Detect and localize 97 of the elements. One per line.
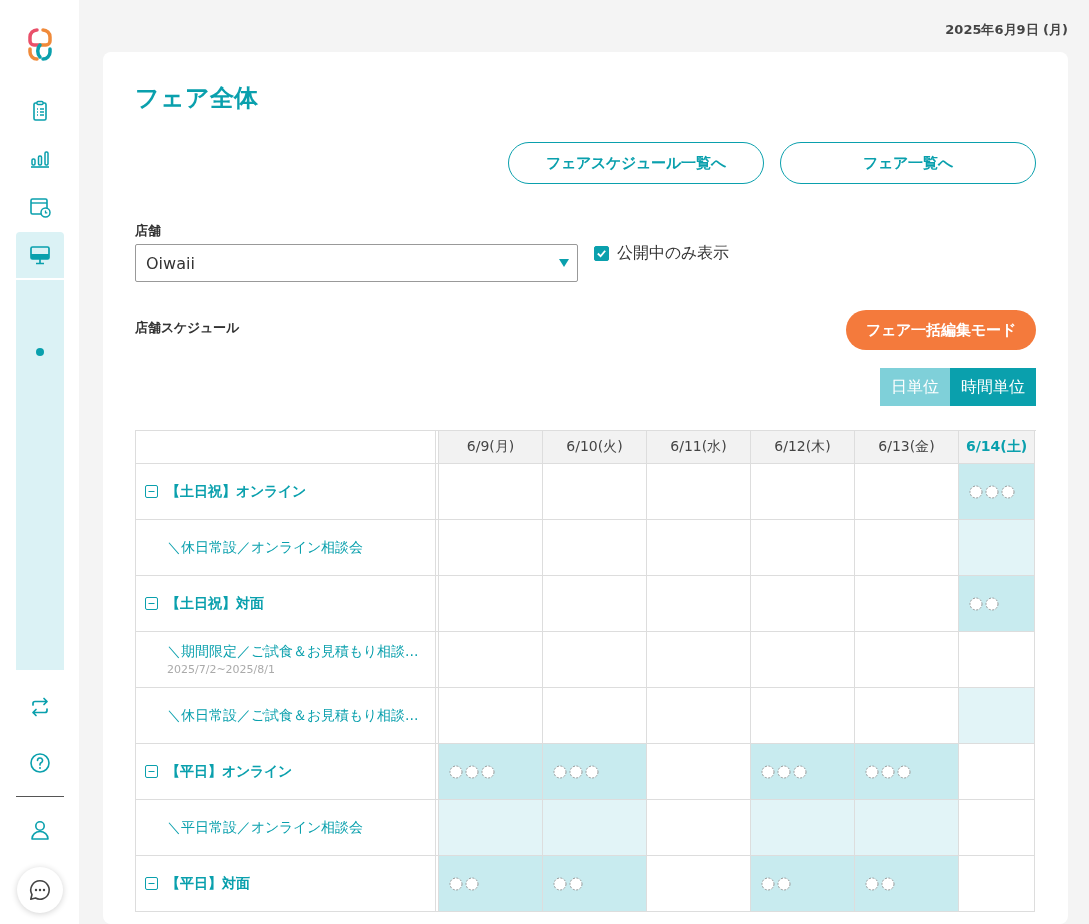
schedule-cell[interactable] xyxy=(439,464,543,520)
schedule-cell[interactable] xyxy=(959,800,1035,856)
slot-dots-icon xyxy=(865,764,913,779)
slot-dots-icon xyxy=(553,764,601,779)
schedule-cell[interactable] xyxy=(751,856,855,912)
fair-group-label: 【土日祝】オンライン xyxy=(166,482,306,501)
fair-group-label: 【土日祝】対面 xyxy=(166,594,264,613)
schedule-cell[interactable] xyxy=(751,520,855,576)
help-icon xyxy=(27,751,52,775)
current-date: 2025年6月9日 (月) xyxy=(945,21,1068,39)
date-column-header: 6/9(月) xyxy=(439,431,543,464)
schedule-cell[interactable] xyxy=(855,800,959,856)
slot-dots-icon xyxy=(449,764,497,779)
date-column-header: 6/13(金) xyxy=(855,431,959,464)
schedule-cell[interactable] xyxy=(439,632,543,688)
submenu-dot[interactable] xyxy=(35,348,44,356)
schedule-cell[interactable] xyxy=(647,800,751,856)
schedule-cell[interactable] xyxy=(543,464,647,520)
schedule-cell[interactable] xyxy=(751,744,855,800)
schedule-cell[interactable] xyxy=(855,688,959,744)
slot-dots-icon xyxy=(969,484,1017,499)
fair-link[interactable]: ＼平日常設／オンライン相談会 xyxy=(167,818,363,837)
schedule-cell[interactable] xyxy=(543,632,647,688)
sidebar-nav-button[interactable] xyxy=(15,232,64,278)
date-column-header: 6/12(木) xyxy=(751,431,855,464)
schedule-cell[interactable] xyxy=(855,856,959,912)
slot-dots-icon xyxy=(761,764,809,779)
store-select[interactable]: Oiwaii xyxy=(135,244,578,282)
schedule-cell[interactable] xyxy=(647,856,751,912)
schedule-cell[interactable] xyxy=(543,800,647,856)
schedule-cell[interactable] xyxy=(751,800,855,856)
slot-dots-icon xyxy=(553,876,585,891)
fair-link[interactable]: ＼期間限定／ご試食＆お見積もり相談... xyxy=(167,643,419,661)
schedule-cell[interactable] xyxy=(751,688,855,744)
schedule-cell[interactable] xyxy=(855,744,959,800)
fair-group-label: 【平日】対面 xyxy=(166,874,250,893)
collapse-icon[interactable] xyxy=(145,765,158,778)
calendar-clock-icon xyxy=(27,195,52,219)
schedule-cell[interactable] xyxy=(439,576,543,632)
date-column-header: 6/14(土) xyxy=(959,431,1035,464)
collapse-icon[interactable] xyxy=(145,485,158,498)
schedule-cell[interactable] xyxy=(855,464,959,520)
schedule-cell[interactable] xyxy=(543,744,647,800)
fair-period: 2025/7/2~2025/8/1 xyxy=(167,663,276,676)
schedule-cell[interactable] xyxy=(959,464,1035,520)
schedule-cell[interactable] xyxy=(959,688,1035,744)
chat-button[interactable] xyxy=(16,867,63,913)
monitor-icon xyxy=(27,243,52,267)
schedule-cell[interactable] xyxy=(855,520,959,576)
slot-dots-icon xyxy=(969,596,1001,611)
schedule-cell[interactable] xyxy=(647,688,751,744)
page-title: フェア全体 xyxy=(135,83,259,114)
schedule-cell[interactable] xyxy=(543,520,647,576)
schedule-cell[interactable] xyxy=(959,632,1035,688)
unit-toggle-button[interactable]: 日単位 xyxy=(880,368,950,406)
schedule-cell[interactable] xyxy=(647,744,751,800)
checkmark-icon xyxy=(596,248,607,259)
schedule-cell[interactable] xyxy=(543,688,647,744)
date-column-header: 6/11(水) xyxy=(647,431,751,464)
collapse-icon[interactable] xyxy=(145,597,158,610)
schedule-cell[interactable] xyxy=(647,576,751,632)
schedule-cell[interactable] xyxy=(647,632,751,688)
schedule-cell[interactable] xyxy=(959,576,1035,632)
schedule-cell[interactable] xyxy=(439,688,543,744)
collapse-icon[interactable] xyxy=(145,877,158,890)
slot-dots-icon xyxy=(761,876,793,891)
schedule-cell[interactable] xyxy=(959,520,1035,576)
caret-icon xyxy=(559,259,569,267)
field-label: 店舗 xyxy=(135,222,161,240)
schedule-cell[interactable] xyxy=(855,632,959,688)
unit-toggle-button[interactable]: 時間単位 xyxy=(950,368,1036,406)
schedule-cell[interactable] xyxy=(439,800,543,856)
fair-link[interactable]: ＼休日常設／ご試食＆お見積もり相談... xyxy=(167,706,419,725)
schedule-cell[interactable] xyxy=(751,464,855,520)
fair-link[interactable]: ＼休日常設／オンライン相談会 xyxy=(167,538,363,557)
schedule-cell[interactable] xyxy=(543,856,647,912)
schedule-cell[interactable] xyxy=(855,576,959,632)
schedule-cell[interactable] xyxy=(751,576,855,632)
schedule-cell[interactable] xyxy=(751,632,855,688)
schedule-cell[interactable] xyxy=(647,464,751,520)
schedule-cell[interactable] xyxy=(543,576,647,632)
schedule-cell[interactable] xyxy=(439,520,543,576)
link-button[interactable]: フェアスケジュール一覧へ xyxy=(508,142,764,184)
checkbox[interactable] xyxy=(594,246,609,261)
link-button[interactable]: フェア一覧へ xyxy=(780,142,1036,184)
schedule-cell[interactable] xyxy=(959,744,1035,800)
schedule-cell[interactable] xyxy=(647,520,751,576)
fair-group-label: 【平日】オンライン xyxy=(166,762,292,781)
section-label: 店舗スケジュール xyxy=(135,319,239,337)
schedule-cell[interactable] xyxy=(439,744,543,800)
schedule-cell[interactable] xyxy=(959,856,1035,912)
bulk-edit-button[interactable]: フェア一括編集モード xyxy=(846,310,1036,350)
date-column-header: 6/10(火) xyxy=(543,431,647,464)
slot-dots-icon xyxy=(865,876,897,891)
checkbox-label: 公開中のみ表示 xyxy=(617,243,729,264)
schedule-cell[interactable] xyxy=(439,856,543,912)
slot-dots-icon xyxy=(449,876,481,891)
